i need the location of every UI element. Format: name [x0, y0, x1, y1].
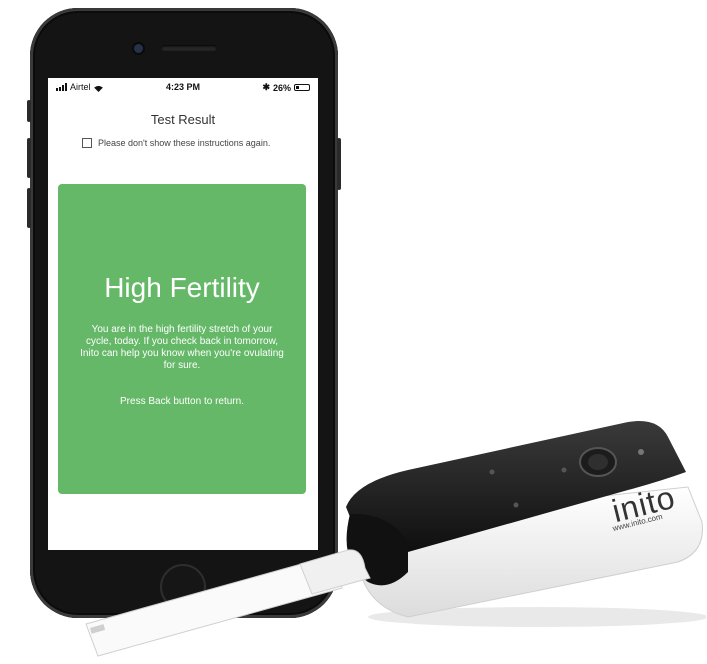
dont-show-again-checkbox[interactable] [82, 138, 92, 148]
result-card: High Fertility You are in the high ferti… [58, 184, 306, 494]
earpiece-speaker [161, 45, 217, 51]
status-bar: Airtel 4:23 PM ✱ 26% [48, 78, 318, 96]
silent-switch [27, 100, 31, 122]
bluetooth-icon: ✱ [262, 82, 270, 92]
result-description: You are in the high fertility stretch of… [80, 324, 284, 371]
page-title: Test Result [150, 112, 216, 127]
battery-icon [294, 84, 310, 91]
volume-down-button [27, 188, 31, 228]
result-title: High Fertility [104, 272, 260, 303]
battery-level [296, 86, 299, 89]
smartphone: Airtel 4:23 PM ✱ 26% Test Result Please … [27, 8, 341, 618]
result-hint: Press Back button to return. [120, 396, 244, 407]
dont-show-again-label: Please don't show these instructions aga… [98, 138, 271, 148]
power-button [337, 138, 341, 190]
test-strip [85, 549, 371, 657]
volume-up-button [27, 138, 31, 178]
front-camera [134, 44, 143, 53]
dont-show-again-row[interactable]: Please don't show these instructions aga… [82, 138, 270, 148]
battery-percent: 26% [272, 82, 291, 93]
phone-screen: Airtel 4:23 PM ✱ 26% Test Result Please … [48, 78, 318, 550]
